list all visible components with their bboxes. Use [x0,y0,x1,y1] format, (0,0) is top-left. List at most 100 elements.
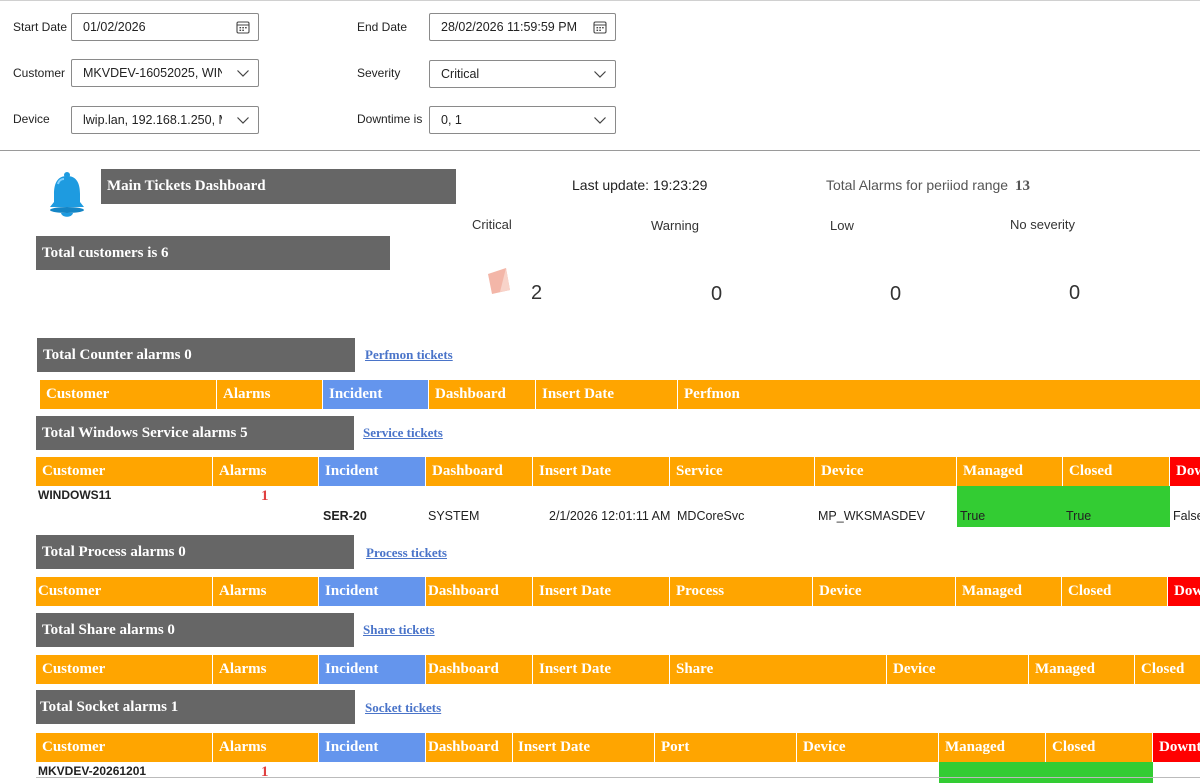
process-col-downtime[interactable]: Downtime [1168,577,1200,606]
service-col-closed[interactable]: Closed [1063,457,1170,486]
dashboard-title: Main Tickets Dashboard [101,169,456,204]
socket-col-alarms[interactable]: Alarms [213,733,319,762]
end-date-value: 28/02/2026 11:59:59 PM [441,20,577,34]
service-col-downtime[interactable]: Downtime [1170,457,1200,486]
socket-tickets-link[interactable]: Socket tickets [365,700,441,716]
share-alarms-title: Total Share alarms 0 [36,613,354,647]
severity-label: Severity [357,66,401,80]
customer-value: MKVDEV-16052025, WIN [83,66,222,80]
process-col-closed[interactable]: Closed [1062,577,1168,606]
start-date-field[interactable]: 01/02/2026 [71,13,259,41]
process-col-customer[interactable]: Customer [36,577,213,606]
end-date-label: End Date [357,20,408,34]
no-severity-label: No severity [1010,217,1076,232]
critical-gauge-icon [488,268,510,294]
service-tickets-link[interactable]: Service tickets [363,425,443,441]
bell-icon [50,172,84,217]
socket-col-dashboard[interactable]: Dashboard [426,733,513,762]
top-border [0,0,1200,1]
last-update-label: Last update: [572,177,650,193]
process-tickets-link[interactable]: Process tickets [366,545,447,561]
perfmon-tickets-link[interactable]: Perfmon tickets [365,347,453,363]
total-alarms: Total Alarms for periiod range 13 [826,177,1030,195]
severity-value: Critical [441,67,480,81]
process-col-device[interactable]: Device [813,577,956,606]
counter-col-perfmon[interactable]: Perfmon [678,380,1200,409]
service-col-customer[interactable]: Customer [36,457,213,486]
calendar-icon[interactable] [593,20,607,34]
row-customer: WINDOWS11 [38,488,112,502]
socket-row-customer: MKVDEV-20261201 [38,764,147,778]
counter-col-incident[interactable]: Incident [323,380,429,409]
low-count: 0 [890,283,902,305]
total-alarms-value: 13 [1014,178,1030,194]
service-col-alarms[interactable]: Alarms [213,457,319,486]
process-col-insert-date[interactable]: Insert Date [533,577,670,606]
last-update: Last update: 19:23:29 [572,177,707,193]
share-col-device[interactable]: Device [887,655,1029,684]
socket-alarms-title: Total Socket alarms 1 [36,690,355,724]
process-col-alarms[interactable]: Alarms [213,577,319,606]
device-select[interactable]: lwip.lan, 192.168.1.250, M [71,106,259,134]
socket-col-insert-date[interactable]: Insert Date [513,733,655,762]
process-col-dashboard[interactable]: Dashboard [426,577,533,606]
no-severity-count: 0 [1069,282,1081,304]
socket-row-alarms[interactable]: 1 [261,764,269,781]
counter-col-alarms[interactable]: Alarms [217,380,323,409]
critical-label: Critical [472,217,512,232]
service-col-incident[interactable]: Incident [319,457,426,486]
service-col-device[interactable]: Device [815,457,957,486]
device-value: lwip.lan, 192.168.1.250, M [83,113,222,127]
process-col-managed[interactable]: Managed [956,577,1062,606]
socket-col-downtime[interactable]: Downtime [1153,733,1200,762]
share-tickets-link[interactable]: Share tickets [363,622,435,638]
service-col-service[interactable]: Service [670,457,815,486]
row-insert-date: 2/1/2026 12:01:11 AM [549,509,671,523]
share-col-dashboard[interactable]: Dashboard [426,655,533,684]
socket-col-port[interactable]: Port [655,733,797,762]
chevron-down-icon [594,117,606,124]
socket-col-closed[interactable]: Closed [1046,733,1153,762]
process-col-incident[interactable]: Incident [319,577,426,606]
downtime-label: Downtime is [357,112,423,126]
severity-select[interactable]: Critical [429,60,616,88]
start-date-value: 01/02/2026 [83,20,146,34]
customer-select[interactable]: MKVDEV-16052025, WIN [71,59,259,87]
row-downtime: False [1173,509,1200,523]
service-alarms-title: Total Windows Service alarms 5 [36,416,354,450]
share-col-customer[interactable]: Customer [36,655,213,684]
share-col-alarms[interactable]: Alarms [213,655,319,684]
service-col-dashboard[interactable]: Dashboard [426,457,533,486]
row-device: MP_WKSMASDEV [818,509,925,523]
downtime-value: 0, 1 [441,113,462,127]
socket-col-managed[interactable]: Managed [939,733,1046,762]
share-col-managed[interactable]: Managed [1029,655,1135,684]
socket-col-incident[interactable]: Incident [319,733,426,762]
process-col-process[interactable]: Process [670,577,813,606]
socket-col-customer[interactable]: Customer [36,733,213,762]
downtime-select[interactable]: 0, 1 [429,106,616,134]
calendar-icon[interactable] [236,20,250,34]
row-alarms[interactable]: 1 [261,488,269,505]
process-alarms-title: Total Process alarms 0 [36,535,354,569]
service-col-managed[interactable]: Managed [957,457,1063,486]
counter-col-dashboard[interactable]: Dashboard [429,380,536,409]
total-alarms-label: Total Alarms for periiod range [826,177,1009,193]
service-col-insert-date[interactable]: Insert Date [533,457,670,486]
counter-col-customer[interactable]: Customer [40,380,217,409]
share-col-insert-date[interactable]: Insert Date [533,655,670,684]
row-managed: True [960,509,986,523]
row-dashboard: SYSTEM [428,509,480,523]
last-update-value: 19:23:29 [652,177,708,193]
share-col-closed[interactable]: Closed [1135,655,1200,684]
row-incident[interactable]: SER-20 [323,509,367,523]
share-col-share[interactable]: Share [670,655,887,684]
end-date-field[interactable]: 28/02/2026 11:59:59 PM [429,13,616,41]
start-date-label: Start Date [13,20,68,34]
chevron-down-icon [237,117,249,124]
counter-alarms-title: Total Counter alarms 0 [37,338,355,372]
share-col-incident[interactable]: Incident [319,655,426,684]
socket-col-device[interactable]: Device [797,733,939,762]
total-customers: Total customers is 6 [36,236,390,270]
counter-col-insert-date[interactable]: Insert Date [536,380,678,409]
